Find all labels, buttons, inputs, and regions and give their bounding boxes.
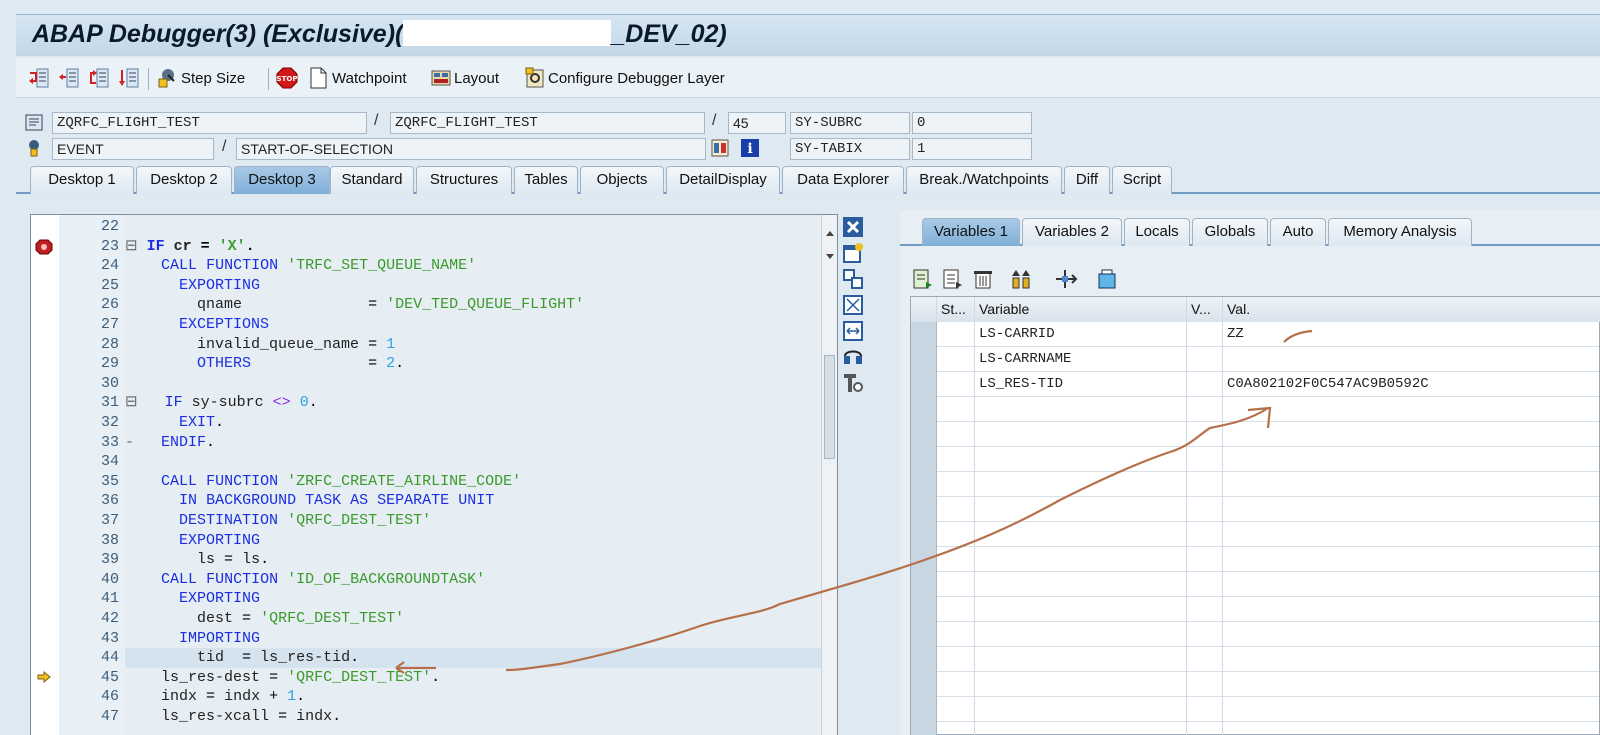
debugger-window: ABAP Debugger(3) (Exclusive)(_DEV_02) St… [0,0,1600,735]
annotation-curve [505,407,1269,672]
annotation-overlay [395,329,1313,674]
annotation-arrow-left [395,661,436,674]
annotation-check-mark [1283,329,1313,343]
